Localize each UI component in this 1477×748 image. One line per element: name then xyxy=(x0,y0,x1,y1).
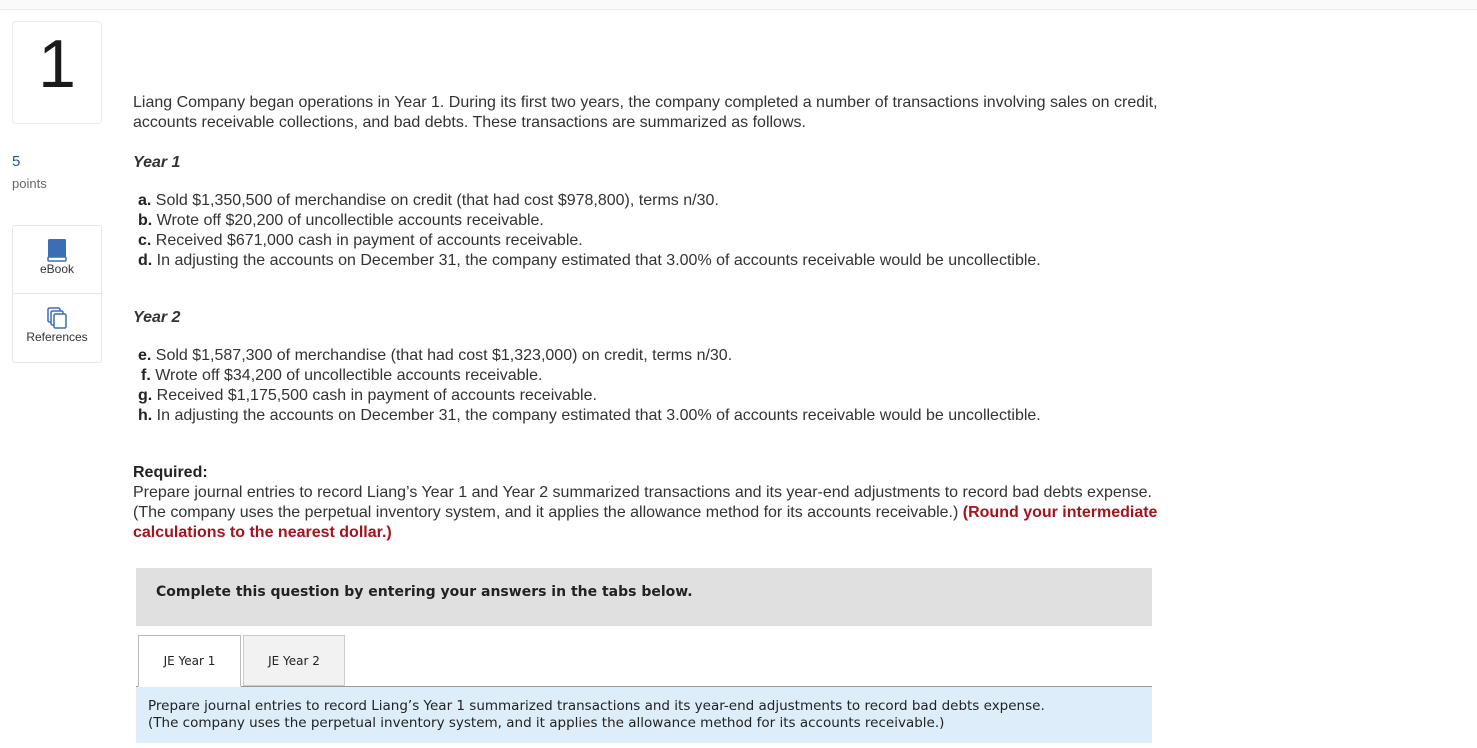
book-icon xyxy=(47,238,67,262)
required-section: Required: Prepare journal entries to rec… xyxy=(133,463,1168,543)
tab-instruction-text: Prepare journal entries to record Liang’… xyxy=(148,698,1045,731)
required-title: Required: xyxy=(133,464,208,481)
required-text: Prepare journal entries to record Liang’… xyxy=(133,484,1158,541)
list-item: b. Wrote off $20,200 of uncollectible ac… xyxy=(138,212,544,229)
year2-list: e. Sold $1,587,300 of merchandise (that … xyxy=(133,346,1168,426)
references-button[interactable]: References xyxy=(13,293,101,361)
points-label: points xyxy=(12,176,47,191)
tab-bar: JE Year 1 JE Year 2 xyxy=(136,635,1152,687)
tools-panel: eBook References xyxy=(12,225,102,363)
year1-list: a. Sold $1,350,500 of merchandise on cre… xyxy=(133,191,1168,271)
list-item: e. Sold $1,587,300 of merchandise (that … xyxy=(138,347,733,364)
tab-je-year-1[interactable]: JE Year 1 xyxy=(138,635,241,687)
tab-je-year-2[interactable]: JE Year 2 xyxy=(243,635,345,686)
tab-instruction-box: Prepare journal entries to record Liang’… xyxy=(136,687,1152,743)
references-label: References xyxy=(26,330,88,344)
list-item: f. Wrote off $34,200 of uncollectible ac… xyxy=(141,367,543,384)
answer-panel-header: Complete this question by entering your … xyxy=(136,568,1152,626)
list-item: a. Sold $1,350,500 of merchandise on cre… xyxy=(138,192,719,209)
list-item: g. Received $1,175,500 cash in payment o… xyxy=(138,387,597,404)
problem-intro: Liang Company began operations in Year 1… xyxy=(133,94,1158,131)
year1-heading: Year 1 xyxy=(133,154,181,171)
year2-heading: Year 2 xyxy=(133,309,181,326)
top-bar xyxy=(0,0,1477,10)
list-item: h. In adjusting the accounts on December… xyxy=(138,407,1041,424)
points-value: 5 xyxy=(12,153,21,170)
question-number: 1 xyxy=(38,25,76,102)
ebook-label: eBook xyxy=(39,262,75,276)
problem-content: Liang Company began operations in Year 1… xyxy=(133,93,1168,543)
answer-panel-instructions: Complete this question by entering your … xyxy=(156,584,693,600)
list-item: d. In adjusting the accounts on December… xyxy=(138,252,1041,269)
list-item: c. Received $671,000 cash in payment of … xyxy=(138,232,583,249)
question-number-box: 1 xyxy=(12,21,102,124)
ebook-button[interactable]: eBook xyxy=(13,226,101,293)
copy-pages-icon xyxy=(46,306,68,329)
